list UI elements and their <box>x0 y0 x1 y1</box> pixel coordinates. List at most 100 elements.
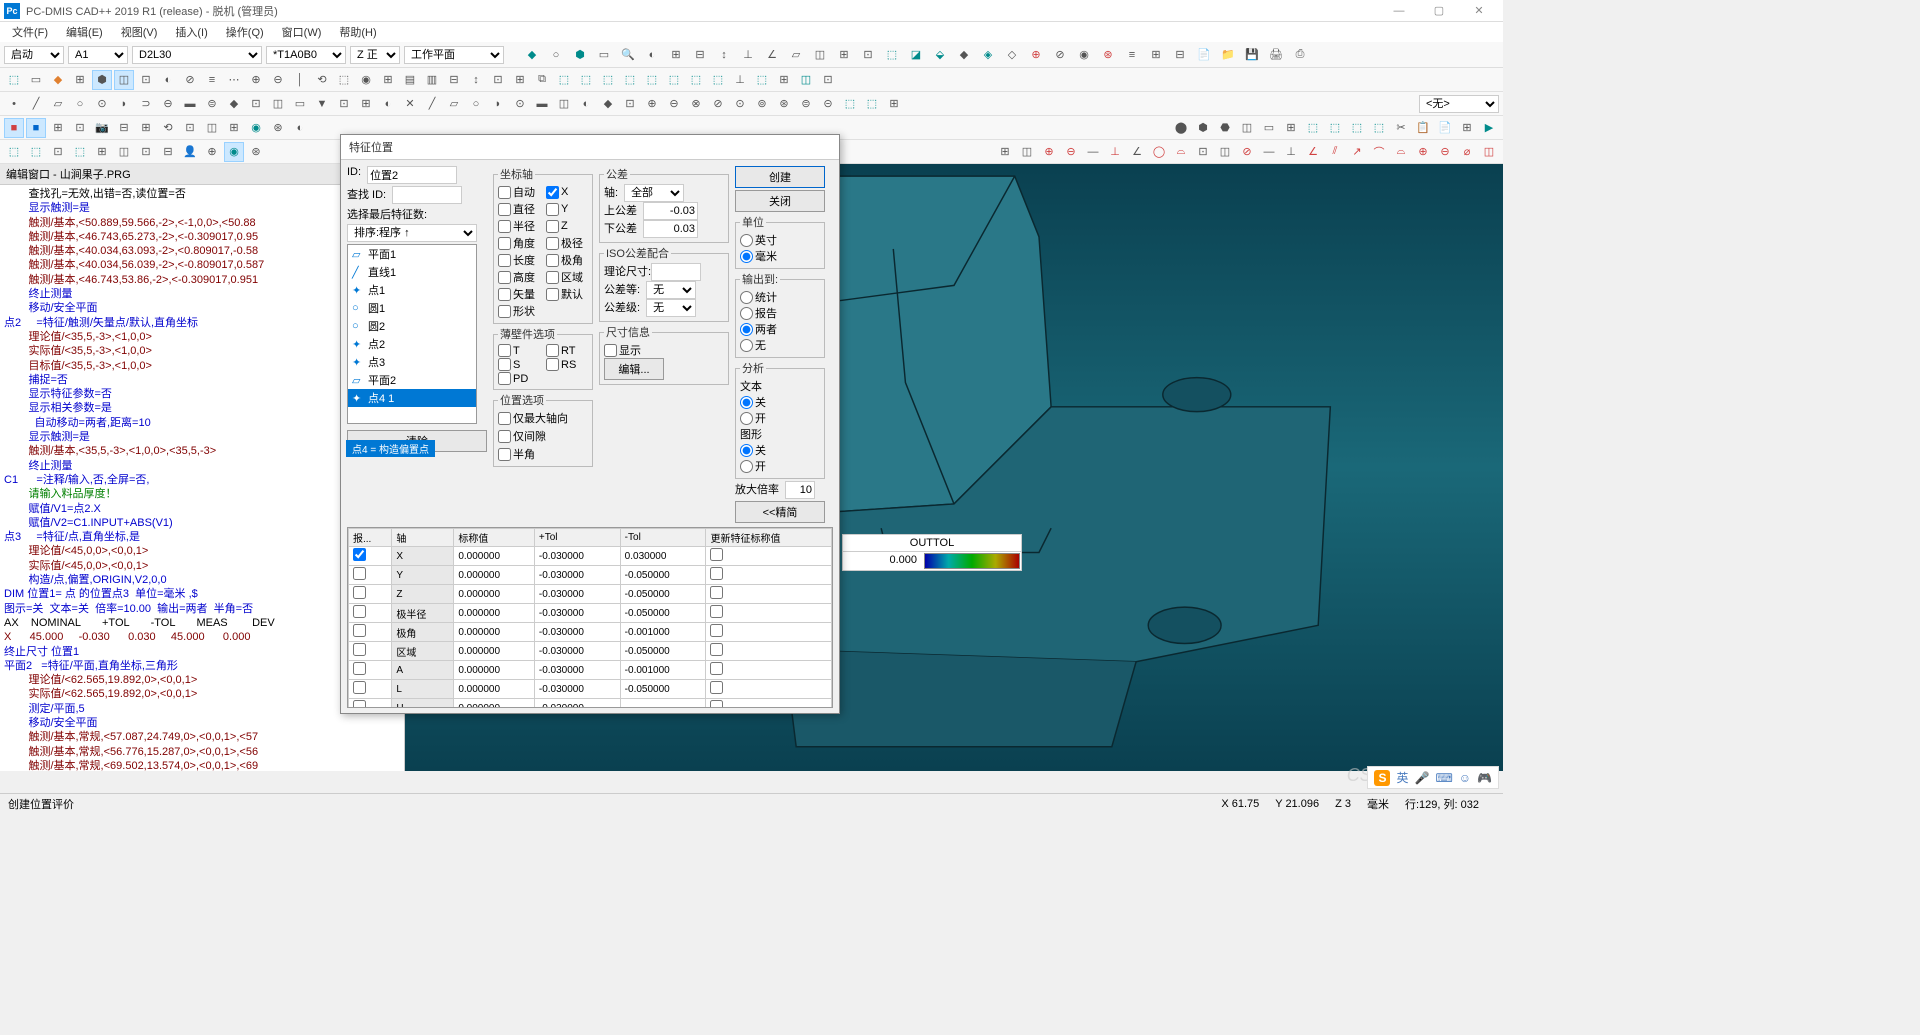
tool-icon[interactable]: ✂ <box>1391 118 1411 138</box>
tool-icon[interactable]: ◆ <box>522 45 542 65</box>
tool-icon[interactable]: ◆ <box>48 70 68 90</box>
tool-icon[interactable]: ⬚ <box>840 94 860 114</box>
tool-icon[interactable]: ⊞ <box>774 70 794 90</box>
feature-item[interactable]: ▱平面1 <box>348 245 476 263</box>
feature-item[interactable]: ✦点4 1 <box>348 389 476 407</box>
tool-icon[interactable]: ○ <box>70 94 90 114</box>
tolgrade-select[interactable]: 无 <box>646 299 696 317</box>
tool-icon[interactable]: ⊘ <box>708 94 728 114</box>
tool-icon[interactable]: ⬙ <box>930 45 950 65</box>
tool-icon[interactable]: ⊡ <box>136 70 156 90</box>
tool-icon[interactable]: ⊡ <box>1193 142 1213 162</box>
tool-icon[interactable]: ◗ <box>488 94 508 114</box>
tool-icon[interactable]: ↕ <box>466 70 486 90</box>
tool-icon[interactable]: ⬚ <box>26 142 46 162</box>
tool-icon[interactable]: ▥ <box>422 70 442 90</box>
tool-icon[interactable]: ⊙ <box>730 94 750 114</box>
tool-icon[interactable]: ◉ <box>356 70 376 90</box>
tool-icon[interactable]: ◈ <box>978 45 998 65</box>
tool-icon[interactable]: ◆ <box>224 94 244 114</box>
tool-icon[interactable]: 📋 <box>1413 118 1433 138</box>
tool-icon[interactable]: ⟲ <box>158 118 178 138</box>
tool-icon[interactable]: ◫ <box>796 70 816 90</box>
tool-icon[interactable]: ⊞ <box>510 70 530 90</box>
tool-icon[interactable]: ⊟ <box>158 142 178 162</box>
tool-icon[interactable]: ▱ <box>444 94 464 114</box>
tool-icon[interactable]: ⊜ <box>202 94 222 114</box>
tool-icon[interactable]: ⊞ <box>666 45 686 65</box>
tool-icon[interactable]: ╱ <box>422 94 442 114</box>
tool-icon[interactable]: ⊥ <box>730 70 750 90</box>
tool-icon[interactable]: ≡ <box>202 70 222 90</box>
tool-icon[interactable]: ⊛ <box>246 142 266 162</box>
tool-icon[interactable]: ↕ <box>714 45 734 65</box>
ime-toolbar[interactable]: S 英 🎤 ⌨ ☺ 🎮 <box>1367 766 1499 789</box>
tool-icon[interactable]: ⊘ <box>1237 142 1257 162</box>
tool-icon[interactable]: ◐ <box>378 94 398 114</box>
menu-operate[interactable]: 操作(Q) <box>218 22 272 42</box>
tool-icon[interactable]: ⊡ <box>136 142 156 162</box>
tool-icon[interactable]: ▼ <box>312 94 332 114</box>
tool-icon[interactable]: ⊥ <box>1105 142 1125 162</box>
menu-insert[interactable]: 插入(I) <box>167 22 215 42</box>
tool-icon[interactable]: ▭ <box>26 70 46 90</box>
sort-select[interactable]: 排序:程序 ↑ <box>347 224 477 242</box>
tool-icon[interactable]: ⬚ <box>1303 118 1323 138</box>
tool-icon[interactable]: ⊝ <box>818 94 838 114</box>
tool-icon[interactable]: ◐ <box>576 94 596 114</box>
tool-icon[interactable]: ⊕ <box>202 142 222 162</box>
tool-icon[interactable]: ⬚ <box>334 70 354 90</box>
tool-icon[interactable]: ⊞ <box>356 94 376 114</box>
tool-icon[interactable]: ⬚ <box>664 70 684 90</box>
tool-icon[interactable]: ⊡ <box>620 94 640 114</box>
tool-icon[interactable]: ⬚ <box>1347 118 1367 138</box>
tool-icon[interactable]: ⊖ <box>158 94 178 114</box>
tool-icon[interactable]: ⊖ <box>1435 142 1455 162</box>
combo-probe[interactable]: D2L30 <box>132 46 262 64</box>
tool-icon[interactable]: ≡ <box>1122 45 1142 65</box>
grid-row[interactable]: L0.000000-0.030000-0.050000 <box>349 680 832 699</box>
tool-icon[interactable]: ⊡ <box>334 94 354 114</box>
dim-show-check[interactable] <box>604 344 617 357</box>
tool-icon[interactable]: ⊛ <box>774 94 794 114</box>
feature-item[interactable]: ○圆1 <box>348 299 476 317</box>
tool-icon[interactable]: ◐ <box>642 45 662 65</box>
tool-icon[interactable]: ◐ <box>158 70 178 90</box>
tool-icon[interactable]: ○ <box>546 45 566 65</box>
feature-item[interactable]: ╱直线1 <box>348 263 476 281</box>
tool-icon[interactable]: ▭ <box>290 94 310 114</box>
tool-icon[interactable]: ■ <box>4 118 24 138</box>
find-input[interactable] <box>392 186 462 204</box>
tolerance-grid[interactable]: 报...轴标称值+Tol-Tol更新特征标称值X0.000000-0.03000… <box>347 527 833 708</box>
tool-icon[interactable]: ◪ <box>906 45 926 65</box>
tool-icon[interactable]: ⊙ <box>510 94 530 114</box>
tool-icon[interactable]: ⬢ <box>1193 118 1213 138</box>
grid-row[interactable]: H0.000000-0.030000 <box>349 699 832 709</box>
tool-icon[interactable]: ⬣ <box>1215 118 1235 138</box>
tool-icon[interactable]: ⬚ <box>4 142 24 162</box>
tool-icon[interactable]: ⊕ <box>1413 142 1433 162</box>
tool-icon[interactable]: ⊡ <box>180 118 200 138</box>
ime-lang[interactable]: 英 <box>1396 769 1408 786</box>
tool-icon[interactable]: ∠ <box>1127 142 1147 162</box>
grid-row[interactable]: A0.000000-0.030000-0.001000 <box>349 661 832 680</box>
tool-icon[interactable]: ◇ <box>1002 45 1022 65</box>
combo-a1[interactable]: A1 <box>68 46 128 64</box>
tool-icon[interactable]: ⊚ <box>752 94 772 114</box>
tool-icon[interactable]: ⊟ <box>1170 45 1190 65</box>
tool-icon[interactable]: ◆ <box>598 94 618 114</box>
tool-icon[interactable]: ⊥ <box>738 45 758 65</box>
cube-icon[interactable]: ⬚ <box>4 70 24 90</box>
maximize-button[interactable]: ▢ <box>1419 1 1459 21</box>
tool-icon[interactable]: ◫ <box>1017 142 1037 162</box>
tool-icon[interactable]: ⊛ <box>1098 45 1118 65</box>
ime-keyboard-icon[interactable]: ⌨ <box>1435 771 1452 785</box>
tool-icon[interactable]: ⊘ <box>180 70 200 90</box>
tool-icon[interactable]: ◫ <box>114 142 134 162</box>
tool-icon[interactable]: ⊥ <box>1281 142 1301 162</box>
menu-window[interactable]: 窗口(W) <box>274 22 330 42</box>
menu-file[interactable]: 文件(F) <box>4 22 56 42</box>
feature-list[interactable]: ▱平面1╱直线1✦点1○圆1○圆2✦点2✦点3▱平面2✦点4 1 <box>347 244 477 424</box>
minimize-button[interactable]: — <box>1379 1 1419 21</box>
grid-row[interactable]: 极角0.000000-0.030000-0.001000 <box>349 623 832 642</box>
